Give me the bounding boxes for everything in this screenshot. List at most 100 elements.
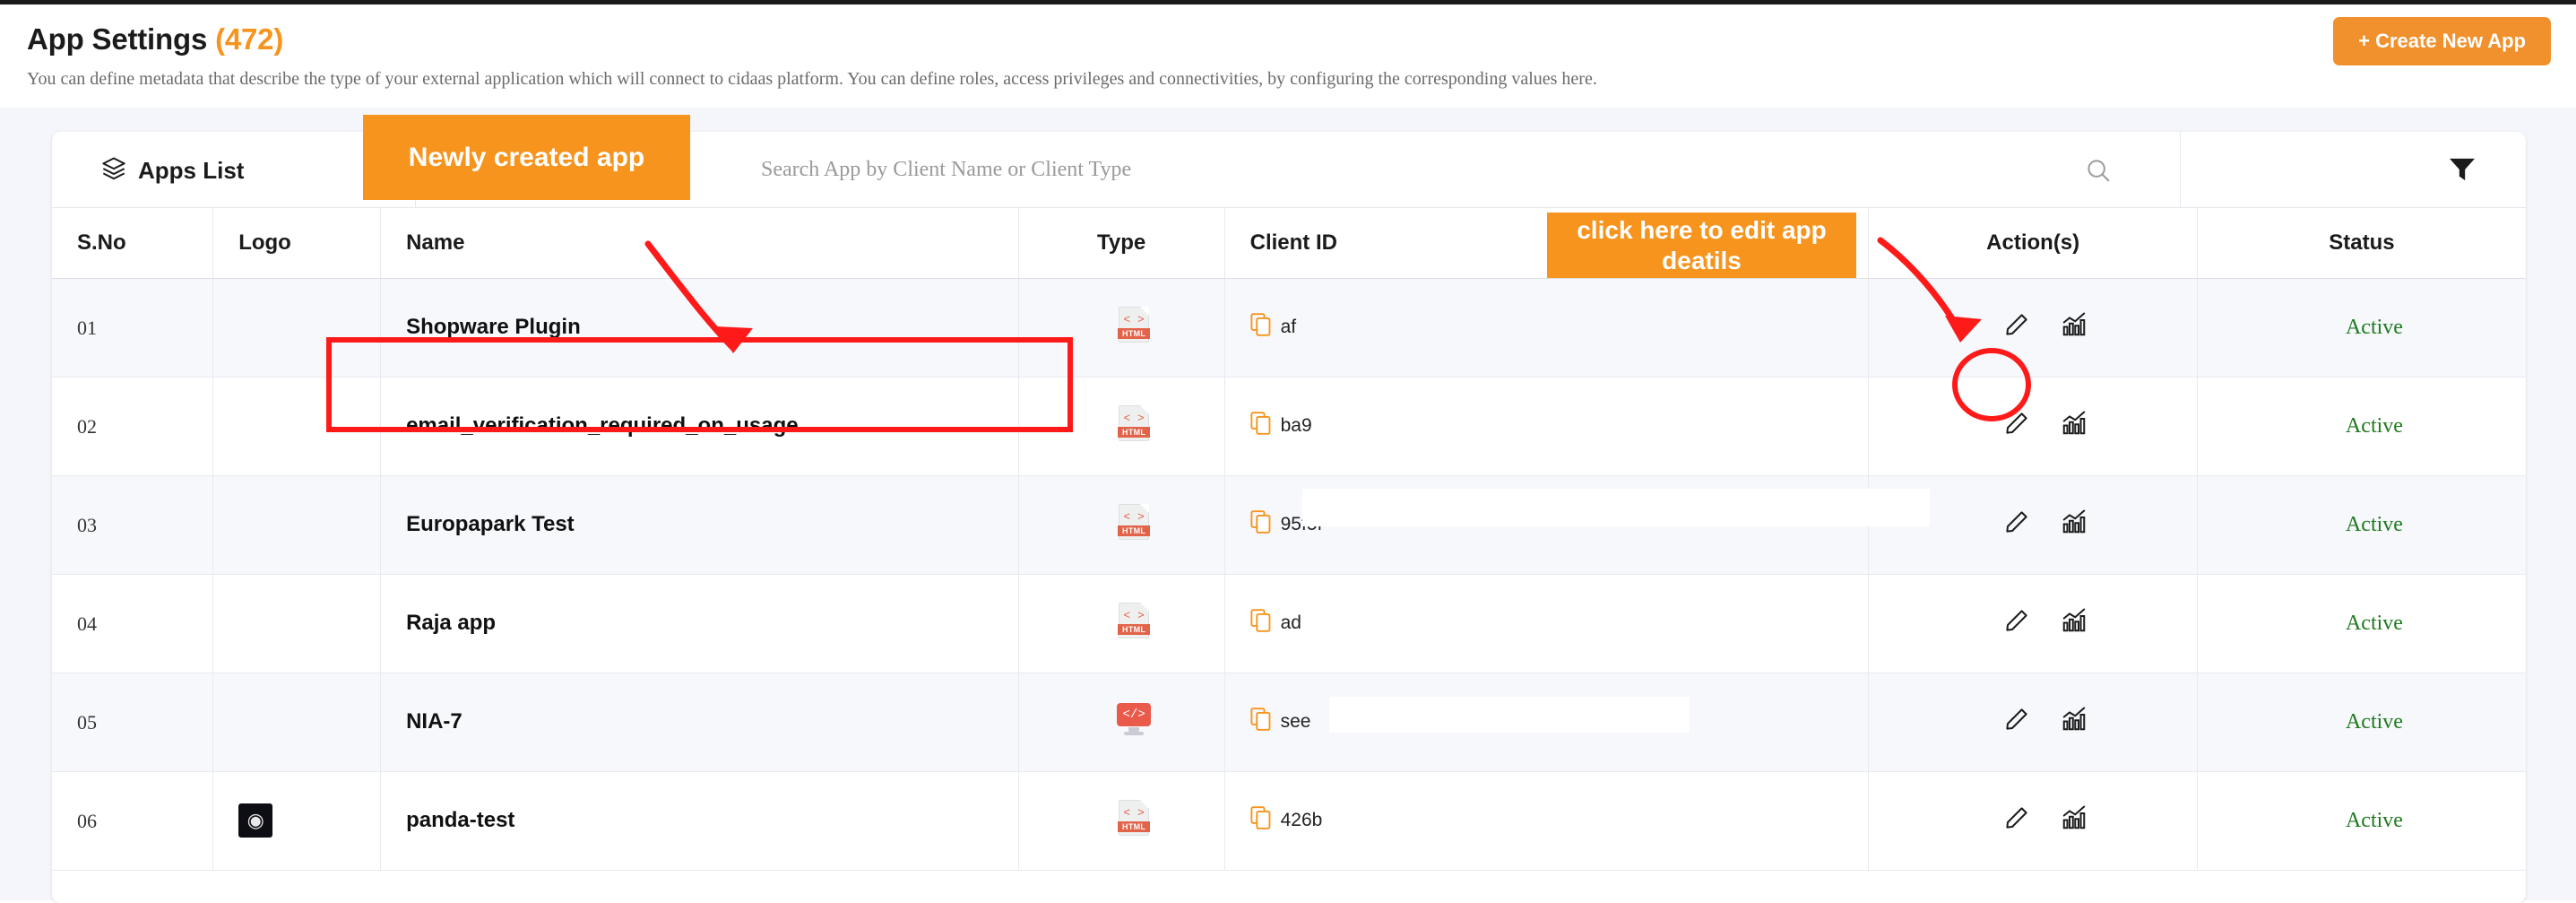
search-icon[interactable] <box>2085 157 2112 184</box>
code-monitor-icon: </> <box>1117 701 1151 737</box>
html-file-icon: < >HTML <box>1119 405 1149 441</box>
cell-sno: 02 <box>52 377 213 475</box>
apps-list-heading: Apps List <box>101 155 244 187</box>
analytics-icon[interactable] <box>2061 508 2088 541</box>
cell-actions <box>1869 673 2198 771</box>
cell-client-id: ad <box>1224 574 1869 673</box>
layers-icon <box>101 155 126 187</box>
cell-name: Shopware Plugin <box>381 278 1019 377</box>
create-new-app-button[interactable]: + Create New App <box>2333 17 2551 65</box>
status-badge: Active <box>2223 809 2526 833</box>
redaction-mask <box>1302 489 1930 526</box>
cell-logo: ◉ <box>213 771 381 870</box>
client-id-text: ba9 <box>1281 415 1312 437</box>
cell-actions <box>1869 377 2198 475</box>
column-header-sno: S.No <box>52 208 213 278</box>
analytics-icon[interactable] <box>2061 804 2088 837</box>
client-id-text: ad <box>1281 612 1301 634</box>
copy-icon[interactable] <box>1250 412 1272 440</box>
page-title: App Settings (472) <box>27 22 283 56</box>
cell-logo <box>213 574 381 673</box>
toolbar-divider-right <box>2180 132 2181 208</box>
cell-client-id: ba9 <box>1224 377 1869 475</box>
apps-table: S.No Logo Name Type Client ID Action(s) … <box>52 208 2526 871</box>
client-id-text: see <box>1281 711 1311 733</box>
app-logo: ◉ <box>238 803 272 838</box>
cell-status: Active <box>2197 475 2526 574</box>
search-input[interactable] <box>761 132 2061 208</box>
page-body: Apps List <box>0 108 2576 900</box>
table-row[interactable]: 02 email_verification_required_on_usage … <box>52 377 2526 475</box>
cell-actions <box>1869 771 2198 870</box>
html-file-icon: < >HTML <box>1119 800 1149 836</box>
edit-icon[interactable] <box>2003 607 2030 639</box>
cell-type: < >HTML <box>1018 771 1224 870</box>
cell-status: Active <box>2197 673 2526 771</box>
html-file-icon: < >HTML <box>1119 307 1149 343</box>
cell-logo <box>213 377 381 475</box>
analytics-icon[interactable] <box>2061 311 2088 343</box>
cell-sno: 06 <box>52 771 213 870</box>
copy-icon[interactable] <box>1250 708 1272 736</box>
cell-client-id: af <box>1224 278 1869 377</box>
column-header-actions: Action(s) <box>1869 208 2198 278</box>
cell-type: < >HTML <box>1018 278 1224 377</box>
edit-icon[interactable] <box>2003 311 2030 343</box>
table-row[interactable]: 01 Shopware Plugin < >HTML <box>52 278 2526 377</box>
table-row[interactable]: 04 Raja app < >HTML <box>52 574 2526 673</box>
status-badge: Active <box>2223 710 2526 734</box>
copy-icon[interactable] <box>1250 609 1272 638</box>
analytics-icon[interactable] <box>2061 410 2088 442</box>
cell-status: Active <box>2197 771 2526 870</box>
html-file-icon: < >HTML <box>1119 603 1149 638</box>
table-row[interactable]: 03 Europapark Test < >HTML <box>52 475 2526 574</box>
analytics-icon[interactable] <box>2061 607 2088 639</box>
cell-logo <box>213 673 381 771</box>
cell-type: < >HTML <box>1018 377 1224 475</box>
apps-list-card: Apps List <box>52 132 2526 903</box>
apps-list-label: Apps List <box>138 157 244 185</box>
status-badge: Active <box>2223 414 2526 438</box>
cell-client-id: 426b <box>1224 771 1869 870</box>
copy-icon[interactable] <box>1250 806 1272 835</box>
copy-icon[interactable] <box>1250 510 1272 539</box>
edit-icon[interactable] <box>2003 804 2030 837</box>
cell-actions <box>1869 278 2198 377</box>
edit-icon[interactable] <box>2003 410 2030 442</box>
filter-icon[interactable] <box>2448 157 2477 182</box>
status-badge: Active <box>2223 612 2526 636</box>
status-badge: Active <box>2223 316 2526 340</box>
cell-name: Europapark Test <box>381 475 1019 574</box>
table-row[interactable]: 06 ◉ panda-test < >HTML <box>52 771 2526 870</box>
redaction-mask <box>1318 881 1804 903</box>
analytics-icon[interactable] <box>2061 706 2088 738</box>
page-header: App Settings (472) You can define metada… <box>0 4 2576 108</box>
redaction-mask <box>1329 697 1690 733</box>
cell-name: email_verification_required_on_usage <box>381 377 1019 475</box>
cell-name: NIA-7 <box>381 673 1019 771</box>
table-row[interactable]: 05 NIA-7 </> <box>52 673 2526 771</box>
cell-status: Active <box>2197 278 2526 377</box>
column-header-name: Name <box>381 208 1019 278</box>
annotation-click-to-edit: click here to edit app deatils <box>1547 213 1856 278</box>
cell-sno: 01 <box>52 278 213 377</box>
cell-sno: 05 <box>52 673 213 771</box>
cell-sno: 04 <box>52 574 213 673</box>
annotation-newly-created-app: Newly created app <box>363 115 690 200</box>
app-count-badge: (472) <box>215 22 283 56</box>
search-area <box>416 132 2271 208</box>
edit-icon[interactable] <box>2003 706 2030 738</box>
client-id-text: 426b <box>1281 810 1323 831</box>
cell-type: </> <box>1018 673 1224 771</box>
cell-status: Active <box>2197 574 2526 673</box>
cell-type: < >HTML <box>1018 574 1224 673</box>
page-title-text: App Settings <box>27 22 207 56</box>
edit-icon[interactable] <box>2003 508 2030 541</box>
cell-actions <box>1869 574 2198 673</box>
copy-icon[interactable] <box>1250 313 1272 342</box>
column-header-logo: Logo <box>213 208 381 278</box>
table-header-row: S.No Logo Name Type Client ID Action(s) … <box>52 208 2526 278</box>
cell-name: panda-test <box>381 771 1019 870</box>
cell-status: Active <box>2197 377 2526 475</box>
client-id-text: af <box>1281 317 1297 338</box>
